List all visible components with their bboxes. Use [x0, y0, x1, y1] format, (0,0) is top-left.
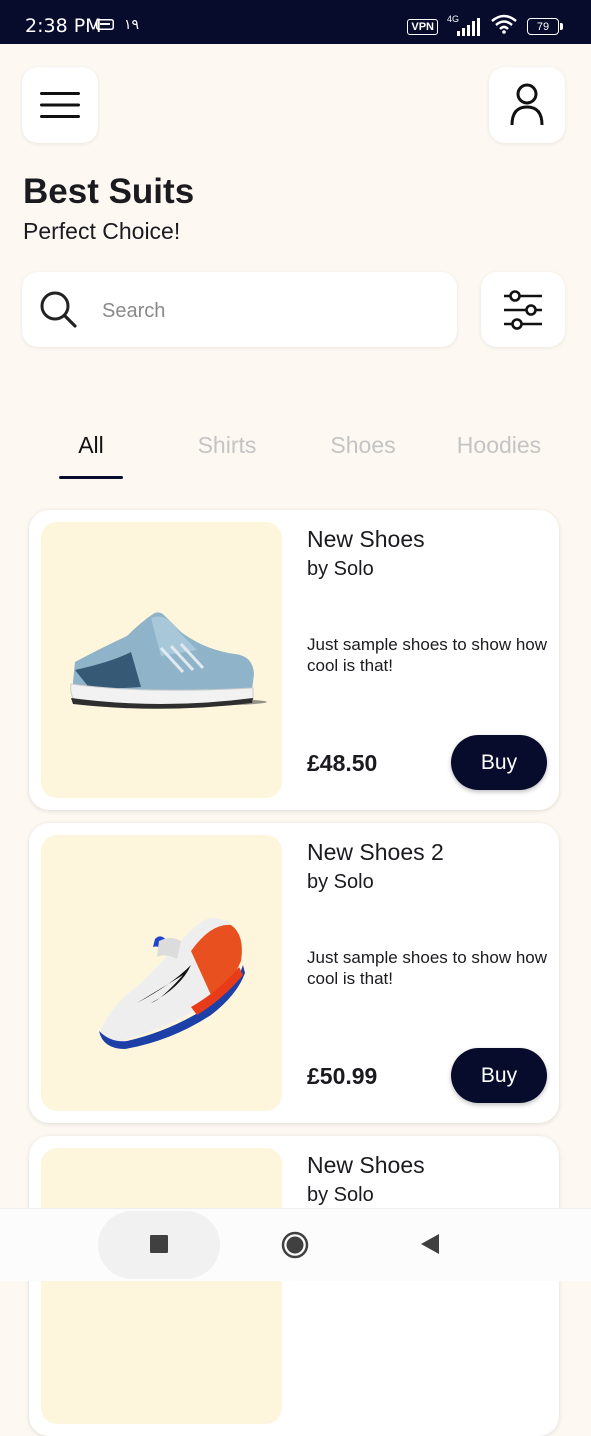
- buy-button[interactable]: Buy: [451, 1048, 547, 1103]
- search-bar[interactable]: [22, 272, 457, 347]
- product-image: [41, 835, 282, 1111]
- product-name: New Shoes: [307, 1152, 425, 1178]
- product-price: £50.99: [307, 1063, 378, 1089]
- product-brand: by Solo: [307, 1184, 374, 1206]
- network-type: 4G: [447, 13, 460, 24]
- tab-shirts[interactable]: Shirts: [159, 432, 295, 459]
- page-title: Best Suits: [23, 172, 195, 211]
- status-time: 2:38 PM: [25, 15, 102, 37]
- product-brand: by Solo: [307, 871, 374, 893]
- vpn-badge: VPN: [407, 18, 438, 35]
- search-input[interactable]: [100, 290, 434, 332]
- product-name: New Shoes 2: [307, 839, 444, 865]
- tab-shoes[interactable]: Shoes: [295, 432, 431, 459]
- page-subtitle: Perfect Choice!: [23, 218, 181, 244]
- user-profile-icon: [510, 83, 544, 126]
- filter-sliders-icon: [504, 289, 542, 330]
- product-brand: by Solo: [307, 558, 374, 580]
- product-card[interactable]: New Shoes 2 by Solo Just sample shoes to…: [29, 823, 559, 1123]
- battery-icon: 79: [527, 18, 563, 35]
- status-extra: ١٩: [124, 16, 140, 32]
- menu-button[interactable]: [22, 67, 98, 143]
- wifi-icon: [490, 14, 518, 39]
- circle-home-icon: [281, 1231, 309, 1259]
- product-card[interactable]: New Shoes by Solo: [29, 1136, 559, 1436]
- signal-icon: 4G: [447, 13, 481, 37]
- square-recent-apps-icon: [150, 1235, 168, 1253]
- triangle-back-icon: [421, 1234, 439, 1254]
- keyboard-icon: [96, 17, 114, 33]
- product-price: £48.50: [307, 750, 378, 776]
- tab-all[interactable]: All: [23, 432, 159, 459]
- search-icon: [40, 291, 77, 328]
- recent-apps-button[interactable]: [149, 1231, 169, 1262]
- product-image: [41, 522, 282, 798]
- tab-hoodies[interactable]: Hoodies: [431, 432, 567, 459]
- product-card[interactable]: New Shoes by Solo Just sample shoes to s…: [29, 510, 559, 810]
- profile-button[interactable]: [489, 67, 565, 143]
- buy-button[interactable]: Buy: [451, 735, 547, 790]
- product-image: [41, 1148, 282, 1424]
- back-button[interactable]: [419, 1231, 441, 1262]
- active-tab-indicator: [59, 476, 123, 479]
- home-button[interactable]: [281, 1231, 309, 1264]
- filter-button[interactable]: [481, 272, 565, 347]
- category-tabs: All Shirts Shoes Hoodies: [23, 430, 568, 480]
- system-nav-bar: [0, 1208, 591, 1281]
- status-bar: 2:38 PM ١٩ VPN 4G 79: [0, 0, 591, 44]
- product-name: New Shoes: [307, 526, 425, 552]
- hamburger-menu-icon: [40, 92, 80, 118]
- product-description: Just sample shoes to show how cool is th…: [307, 948, 548, 988]
- product-description: Just sample shoes to show how cool is th…: [307, 635, 548, 675]
- battery-level: 79: [527, 18, 559, 35]
